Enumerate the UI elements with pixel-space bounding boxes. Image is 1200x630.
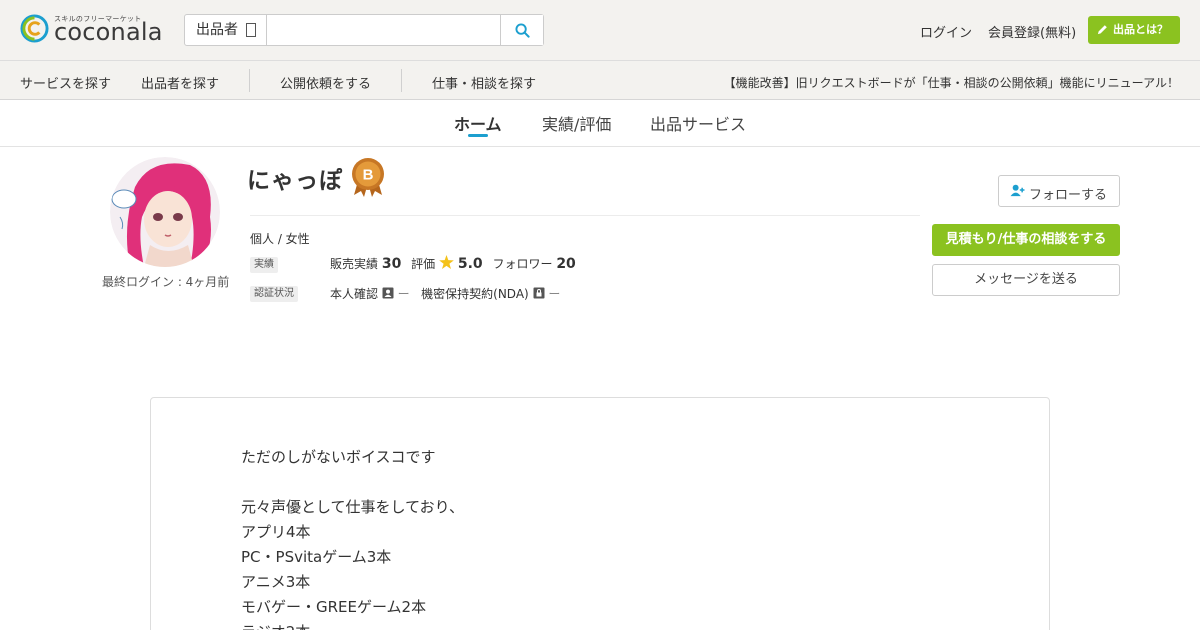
- dropdown-box-icon: [246, 23, 256, 37]
- active-tab-indicator: [468, 134, 488, 137]
- nav-find-sellers[interactable]: 出品者を探す: [141, 73, 219, 92]
- request-quote-button[interactable]: 見積もり/仕事の相談をする: [932, 224, 1120, 256]
- follow-label: フォローする: [1029, 188, 1108, 203]
- verification-status: 本人確認 ー 機密保持契約(NDA) ー: [330, 285, 560, 302]
- rank-badge-letter: B: [363, 167, 374, 184]
- followers-value: 20: [556, 256, 576, 272]
- sales-label: 販売実績: [330, 257, 379, 271]
- nav-find-jobs[interactable]: 仕事・相談を探す: [432, 73, 536, 92]
- search-button[interactable]: [500, 15, 543, 45]
- identity-status-dash: ー: [397, 287, 410, 301]
- add-user-icon: [1010, 184, 1025, 197]
- login-link[interactable]: ログイン: [920, 22, 972, 41]
- bio-line: モバゲー・GREEゲーム2本: [241, 598, 427, 616]
- bio-line: PC・PSvitaゲーム3本: [241, 548, 392, 566]
- star-icon: [439, 255, 454, 269]
- bio-line: ただのしがないボイスコです: [241, 448, 436, 466]
- last-login-text: 最終ログイン : 4ヶ月前: [102, 275, 230, 289]
- nav-notice-link[interactable]: 【機能改善】旧リクエストボードが「仕事・相談の公開依頼」機能にリニューアル！: [724, 74, 1179, 91]
- identity-label: 本人確認: [330, 287, 379, 301]
- id-card-icon: [382, 287, 394, 299]
- nda-label: 機密保持契約(NDA): [421, 287, 529, 301]
- seller-attributes: 個人 / 女性: [250, 232, 310, 246]
- coconala-logo[interactable]: スキルのフリーマーケット coconala: [20, 13, 162, 49]
- rank-badge-icon: B: [352, 158, 384, 197]
- main-nav: サービスを探す 出品者を探す 公開依頼をする 仕事・相談を探す 【機能改善】旧リ…: [0, 61, 1200, 100]
- avatar: [110, 157, 220, 267]
- nav-divider: [401, 69, 402, 92]
- search-category-select[interactable]: 出品者: [185, 15, 267, 45]
- search-bar: 出品者: [184, 14, 544, 46]
- logo-wordmark: coconala: [54, 18, 163, 46]
- nda-status-dash: ー: [548, 287, 561, 301]
- nav-divider: [249, 69, 250, 92]
- nav-find-services[interactable]: サービスを探す: [20, 73, 111, 92]
- profile-tabs: ホーム 実績/評価 出品サービス: [0, 100, 1200, 147]
- seller-stats: 販売実績 30 評価 5.0 フォロワー 20: [330, 255, 576, 272]
- tab-home[interactable]: ホーム: [454, 111, 502, 135]
- follow-button[interactable]: フォローする: [998, 175, 1120, 207]
- what-is-selling-label: 出品とは？: [1113, 23, 1168, 36]
- bio-line: アニメ3本: [241, 573, 311, 591]
- bio-line: 元々声優として仕事をしており、: [241, 498, 465, 516]
- pencil-icon: [1097, 25, 1107, 35]
- lock-document-icon: [533, 287, 545, 299]
- tab-reviews[interactable]: 実績/評価: [542, 111, 611, 135]
- register-link[interactable]: 会員登録(無料): [988, 22, 1076, 41]
- rating-value: 5.0: [457, 256, 483, 272]
- search-category-label: 出品者: [196, 22, 238, 38]
- what-is-selling-button[interactable]: 出品とは？: [1088, 16, 1180, 44]
- search-icon: [515, 23, 530, 38]
- nav-post-request[interactable]: 公開依頼をする: [280, 73, 371, 92]
- send-message-button[interactable]: メッセージを送る: [932, 264, 1120, 296]
- site-header: スキルのフリーマーケット coconala 出品者 ログイン 会員登録(無料) …: [0, 0, 1200, 61]
- bio-line: ラジオ2本: [241, 621, 310, 630]
- rating-label: 評価: [411, 257, 436, 271]
- avatar-illustration: [110, 157, 220, 267]
- achievements-tag: 実績: [250, 257, 278, 273]
- sales-value: 30: [381, 256, 402, 272]
- verification-tag: 認証状況: [250, 286, 298, 302]
- coconala-logo-icon: [20, 14, 49, 43]
- bio-card: ただのしがないボイスコです 元々声優として仕事をしており、 アプリ4本 PC・P…: [150, 397, 1050, 630]
- search-input[interactable]: [267, 15, 501, 45]
- bio-line: アプリ4本: [241, 523, 311, 541]
- followers-label: フォロワー: [492, 257, 553, 271]
- tab-services[interactable]: 出品サービス: [650, 111, 746, 135]
- profile-divider: [250, 215, 920, 216]
- seller-name: にゃっぽ: [247, 168, 343, 194]
